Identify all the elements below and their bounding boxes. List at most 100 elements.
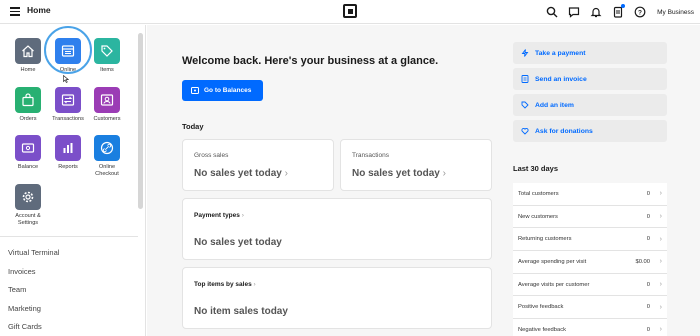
stat-label: Returning customers bbox=[518, 236, 572, 243]
sidebar-tile-account-settings[interactable]: Account & Settings bbox=[8, 184, 48, 227]
stat-label: Positive feedback bbox=[518, 304, 564, 311]
chevron-right-icon: › bbox=[659, 235, 662, 243]
add-item-button[interactable]: Add an item bbox=[513, 94, 667, 116]
stat-value: 0 bbox=[646, 326, 650, 333]
tile-label: Items bbox=[100, 67, 114, 73]
stat-row[interactable]: Positive feedback 0 › bbox=[513, 296, 667, 320]
sidebar-tile-customers[interactable]: Customers bbox=[87, 87, 127, 123]
chevron-right-icon: › bbox=[442, 168, 446, 179]
stat-value: 0 bbox=[646, 304, 650, 311]
highlight-ring bbox=[44, 26, 92, 74]
clipboard-icon[interactable] bbox=[607, 3, 629, 21]
sidebar-tile-online-checkout[interactable]: Online Checkout bbox=[87, 135, 127, 178]
card-title-wrap: Top items by sales › bbox=[194, 281, 256, 288]
stat-row[interactable]: New customers 0 › bbox=[513, 205, 667, 229]
reports-icon bbox=[55, 135, 81, 161]
hamburger-menu-icon[interactable] bbox=[10, 7, 20, 16]
card-value: No sales yet today bbox=[194, 168, 282, 179]
tag-icon bbox=[521, 101, 529, 109]
link-icon bbox=[94, 135, 120, 161]
sidebar-tile-home[interactable]: Home bbox=[8, 38, 48, 74]
stat-row[interactable]: Average spending per visit $0.00 › bbox=[513, 251, 667, 274]
stat-label: Average spending per visit bbox=[518, 258, 587, 265]
tile-label: Online Checkout bbox=[95, 164, 119, 177]
gross-sales-card[interactable]: Gross sales No sales yet today › bbox=[182, 139, 334, 191]
top-items-card[interactable]: Top items by sales › No item sales today bbox=[182, 267, 492, 329]
chevron-right-icon: › bbox=[659, 258, 662, 266]
sidebar-tile-balance[interactable]: Balance bbox=[8, 135, 48, 171]
help-icon[interactable]: ? bbox=[629, 3, 651, 21]
last-30-days-heading: Last 30 days bbox=[513, 164, 559, 173]
balance-icon bbox=[15, 135, 41, 161]
card-title: Gross sales bbox=[194, 152, 229, 159]
lightning-icon bbox=[521, 49, 529, 57]
stat-value: 0 bbox=[646, 190, 650, 197]
heart-icon bbox=[521, 128, 529, 135]
stat-row[interactable]: Negative feedback 0 › bbox=[513, 319, 667, 336]
shopping-bag-icon bbox=[15, 87, 41, 113]
sidebar-scrollbar[interactable] bbox=[138, 33, 143, 209]
stat-label: Average visits per customer bbox=[518, 281, 590, 288]
card-title: Payment types bbox=[194, 212, 240, 219]
stat-row[interactable]: Returning customers 0 › bbox=[513, 228, 667, 252]
stat-row[interactable]: Total customers 0 › bbox=[513, 183, 667, 206]
card-value: No sales yet today bbox=[352, 168, 440, 179]
action-label: Ask for donations bbox=[535, 127, 593, 135]
stat-row[interactable]: Average visits per customer 0 › bbox=[513, 273, 667, 297]
action-label: Send an invoice bbox=[535, 75, 587, 83]
card-title: Transactions bbox=[352, 152, 389, 159]
chevron-right-icon: › bbox=[659, 190, 662, 198]
sidebar-item-gift-cards[interactable]: Gift Cards bbox=[8, 322, 59, 336]
chevron-right-icon: › bbox=[659, 213, 662, 221]
business-name[interactable]: My Business bbox=[657, 9, 694, 16]
card-title-wrap: Payment types › bbox=[194, 212, 244, 219]
send-invoice-button[interactable]: Send an invoice bbox=[513, 68, 667, 90]
chevron-right-icon: › bbox=[659, 281, 662, 289]
sidebar-tile-reports[interactable]: Reports bbox=[48, 135, 88, 171]
stat-label: Negative feedback bbox=[518, 326, 567, 333]
sidebar-item-team[interactable]: Team bbox=[8, 285, 59, 304]
button-label: Go to Balances bbox=[204, 87, 252, 94]
card-value: No sales yet today bbox=[194, 237, 282, 248]
transactions-card[interactable]: Transactions No sales yet today › bbox=[340, 139, 492, 191]
chevron-right-icon: › bbox=[241, 212, 244, 219]
search-icon[interactable] bbox=[541, 3, 563, 21]
chevron-right-icon: › bbox=[253, 281, 256, 288]
action-label: Take a payment bbox=[535, 49, 586, 57]
last-30-days-stats: Total customers 0 › New customers 0 › Return… bbox=[513, 183, 667, 336]
go-to-balances-button[interactable]: Go to Balances bbox=[182, 80, 263, 101]
sidebar-tile-items[interactable]: Items bbox=[87, 38, 127, 74]
chevron-right-icon: › bbox=[284, 168, 288, 179]
sidebar-item-invoices[interactable]: Invoices bbox=[8, 267, 59, 286]
svg-text:?: ? bbox=[638, 9, 642, 16]
home-icon bbox=[15, 38, 41, 64]
tile-label: Reports bbox=[58, 164, 78, 170]
sidebar-tile-transactions[interactable]: Transactions bbox=[48, 87, 88, 123]
tile-label: Account & Settings bbox=[15, 213, 41, 226]
stat-value: 0 bbox=[646, 213, 650, 220]
tile-label: Home bbox=[20, 67, 36, 73]
sidebar-tile-orders[interactable]: Orders bbox=[8, 87, 48, 123]
header-actions: ? My Business bbox=[541, 3, 694, 21]
stat-value: 0 bbox=[646, 281, 650, 288]
square-logo-icon[interactable] bbox=[343, 4, 357, 18]
stat-label: Total customers bbox=[518, 190, 559, 197]
invoice-icon bbox=[521, 75, 529, 83]
sidebar-nav: Virtual Terminal Invoices Team Marketing… bbox=[8, 248, 59, 336]
balance-icon bbox=[191, 87, 199, 94]
take-payment-button[interactable]: Take a payment bbox=[513, 42, 667, 64]
page-title: Home bbox=[27, 5, 51, 15]
chevron-right-icon: › bbox=[659, 326, 662, 334]
top-bar: Home ? My Business bbox=[0, 0, 700, 24]
sidebar-item-marketing[interactable]: Marketing bbox=[8, 304, 59, 323]
card-value: No item sales today bbox=[194, 306, 288, 317]
payment-types-card[interactable]: Payment types › No sales yet today bbox=[182, 198, 492, 260]
ask-donations-button[interactable]: Ask for donations bbox=[513, 120, 667, 142]
welcome-heading: Welcome back. Here's your business at a … bbox=[182, 55, 439, 67]
notifications-bell-icon[interactable] bbox=[585, 3, 607, 21]
messages-icon[interactable] bbox=[563, 3, 585, 21]
stat-value: $0.00 bbox=[635, 258, 650, 265]
today-heading: Today bbox=[182, 122, 204, 131]
sidebar-divider bbox=[0, 236, 138, 237]
sidebar-item-virtual-terminal[interactable]: Virtual Terminal bbox=[8, 248, 59, 267]
